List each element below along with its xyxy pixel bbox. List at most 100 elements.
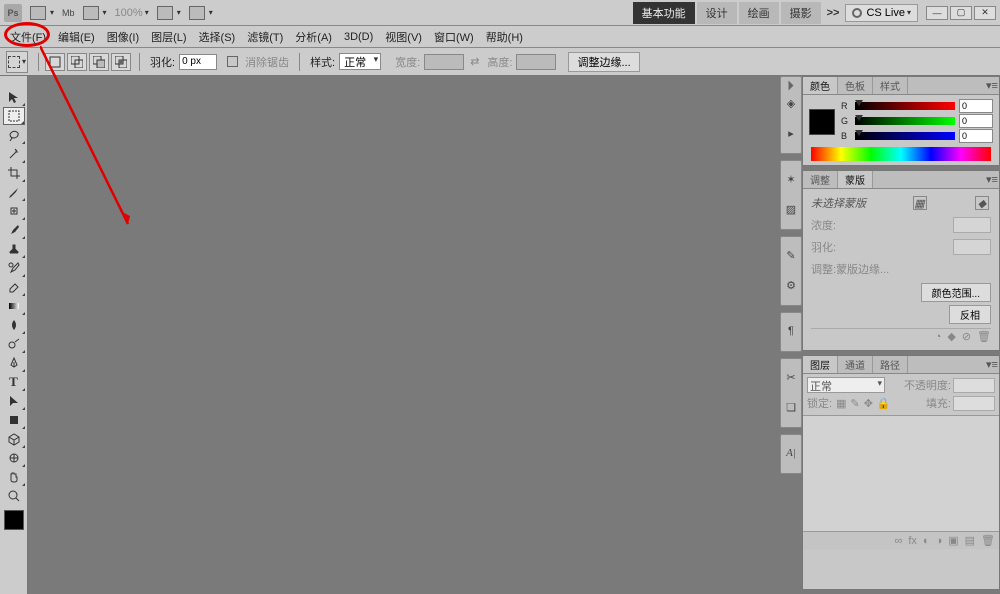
cs-live-button[interactable]: CS Live: [845, 4, 918, 22]
zoom-level[interactable]: 100%: [115, 7, 149, 19]
selection-add[interactable]: [67, 53, 87, 71]
path-select-tool[interactable]: [3, 392, 25, 410]
selection-intersect[interactable]: [111, 53, 131, 71]
feather-input[interactable]: [179, 54, 217, 70]
pen-tool[interactable]: [3, 354, 25, 372]
tab-paths[interactable]: 路径: [873, 356, 908, 373]
spectrum-ramp[interactable]: [811, 147, 991, 161]
workspace-painting[interactable]: 绘画: [739, 2, 779, 24]
menu-edit[interactable]: 编辑(E): [52, 29, 101, 45]
link-layers-icon[interactable]: ∞: [895, 535, 903, 547]
foreground-color[interactable]: [4, 510, 24, 530]
workspace-more[interactable]: >>: [827, 7, 840, 19]
history-brush-tool[interactable]: [3, 259, 25, 277]
tab-adjustments[interactable]: 调整: [803, 171, 838, 188]
layer-mask-icon[interactable]: ◐: [923, 535, 930, 547]
menu-window[interactable]: 窗口(W): [428, 29, 480, 45]
menu-select[interactable]: 选择(S): [193, 29, 242, 45]
disable-mask-icon[interactable]: ⊘: [962, 330, 971, 343]
tool-presets-icon[interactable]: ⚙: [782, 273, 800, 297]
panel-menu-icon[interactable]: ▾≡: [985, 171, 999, 188]
selection-subtract[interactable]: [89, 53, 109, 71]
panel-menu-icon[interactable]: ▾≡: [985, 77, 999, 94]
color-range-button[interactable]: 颜色范围...: [921, 283, 991, 302]
eraser-tool[interactable]: [3, 278, 25, 296]
expand-dock-icon[interactable]: [789, 81, 794, 91]
lock-transparent-icon[interactable]: ▦: [836, 397, 846, 410]
lock-paint-icon[interactable]: ✎: [850, 397, 859, 410]
panel-menu-icon[interactable]: ▾≡: [985, 356, 999, 373]
minimize-button[interactable]: —: [926, 6, 948, 20]
tab-channels[interactable]: 通道: [838, 356, 873, 373]
magic-wand-tool[interactable]: [3, 145, 25, 163]
invert-button[interactable]: 反相: [949, 305, 991, 324]
tab-masks[interactable]: 蒙版: [838, 171, 873, 188]
paragraph-panel-icon[interactable]: ¶: [782, 319, 800, 343]
view-extras-button[interactable]: [83, 6, 107, 20]
workspace-design[interactable]: 设计: [697, 2, 737, 24]
eyedropper-tool[interactable]: [3, 183, 25, 201]
close-button[interactable]: ✕: [974, 6, 996, 20]
menu-filter[interactable]: 滤镜(T): [241, 29, 289, 45]
menu-view[interactable]: 视图(V): [379, 29, 428, 45]
shape-tool[interactable]: [3, 411, 25, 429]
character-panel-icon[interactable]: A|: [782, 441, 800, 465]
healing-tool[interactable]: [3, 202, 25, 220]
menu-analysis[interactable]: 分析(A): [289, 29, 338, 45]
brush-presets-icon[interactable]: ✶: [782, 167, 800, 191]
styles-panel-icon[interactable]: ❏: [782, 395, 800, 419]
b-slider[interactable]: [855, 132, 955, 140]
tab-swatches[interactable]: 色板: [838, 77, 873, 94]
menu-help[interactable]: 帮助(H): [480, 29, 529, 45]
pixel-mask-icon[interactable]: ▦: [913, 196, 927, 210]
blend-mode-select[interactable]: 正常: [807, 377, 885, 393]
history-panel-icon[interactable]: ◈: [782, 91, 800, 115]
r-input[interactable]: [959, 99, 993, 113]
dodge-tool[interactable]: [3, 335, 25, 353]
load-selection-icon[interactable]: ◔: [935, 331, 942, 343]
tab-color[interactable]: 颜色: [803, 77, 838, 94]
lock-all-icon[interactable]: 🔒: [877, 397, 891, 410]
delete-layer-icon[interactable]: 🗑: [981, 534, 995, 547]
stamp-tool[interactable]: [3, 240, 25, 258]
clone-source-icon[interactable]: ▨: [782, 197, 800, 221]
adjustment-layer-icon[interactable]: ◑: [936, 535, 943, 547]
vector-mask-icon[interactable]: ◆: [975, 196, 989, 210]
refine-edge-button[interactable]: 调整边缘...: [568, 52, 639, 72]
mask-edge-button[interactable]: 蒙版边缘...: [836, 261, 889, 277]
actions-panel-icon[interactable]: ▸: [782, 121, 800, 145]
marquee-tool[interactable]: [3, 107, 25, 125]
menu-3d[interactable]: 3D(D): [338, 31, 379, 43]
fg-bg-swatch[interactable]: [809, 109, 835, 135]
g-input[interactable]: [959, 114, 993, 128]
lasso-tool[interactable]: [3, 126, 25, 144]
menu-layer[interactable]: 图层(L): [145, 29, 192, 45]
delete-mask-icon[interactable]: 🗑: [977, 330, 991, 343]
3d-tool[interactable]: [3, 430, 25, 448]
tab-layers[interactable]: 图层: [803, 356, 838, 373]
lock-position-icon[interactable]: ✥: [864, 397, 873, 410]
bridge-button[interactable]: [30, 6, 54, 20]
screen-mode-button[interactable]: [189, 6, 213, 20]
selection-new[interactable]: [45, 53, 65, 71]
hand-tool[interactable]: [3, 468, 25, 486]
move-tool[interactable]: [3, 88, 25, 106]
style-select[interactable]: 正常: [339, 53, 381, 70]
zoom-tool[interactable]: [3, 487, 25, 505]
gradient-tool[interactable]: [3, 297, 25, 315]
brush-panel-icon[interactable]: ✎: [782, 243, 800, 267]
group-icon[interactable]: ▣: [948, 534, 958, 547]
menu-file[interactable]: 文件(F): [4, 29, 52, 45]
maximize-button[interactable]: ▢: [950, 6, 972, 20]
3d-camera-tool[interactable]: [3, 449, 25, 467]
swatches-panel-icon[interactable]: ✂: [782, 365, 800, 389]
arrange-docs-button[interactable]: [157, 6, 181, 20]
crop-tool[interactable]: [3, 164, 25, 182]
new-layer-icon[interactable]: ▤: [965, 534, 975, 547]
g-slider[interactable]: [855, 117, 955, 125]
r-slider[interactable]: [855, 102, 955, 110]
menu-image[interactable]: 图像(I): [101, 29, 145, 45]
tab-styles[interactable]: 样式: [873, 77, 908, 94]
b-input[interactable]: [959, 129, 993, 143]
type-tool[interactable]: T: [3, 373, 25, 391]
